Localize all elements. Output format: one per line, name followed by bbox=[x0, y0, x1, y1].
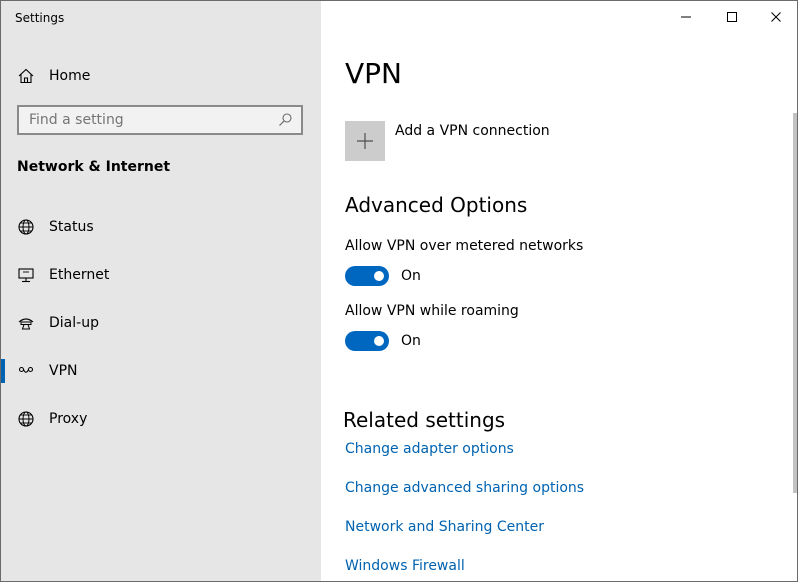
maximize-button[interactable] bbox=[709, 1, 755, 33]
sidebar-item-proxy[interactable]: Proxy bbox=[1, 399, 321, 439]
page-title: VPN bbox=[345, 57, 402, 90]
vpn-icon bbox=[18, 366, 34, 373]
roaming-option-label: Allow VPN while roaming bbox=[345, 303, 519, 319]
roaming-toggle[interactable] bbox=[345, 331, 389, 351]
home-icon bbox=[18, 68, 34, 84]
sidebar-item-label: Proxy bbox=[49, 411, 88, 427]
selection-indicator bbox=[1, 359, 5, 383]
sidebar-item-status[interactable]: Status bbox=[1, 207, 321, 247]
roaming-toggle-state: On bbox=[401, 333, 421, 349]
section-title: Network & Internet bbox=[17, 159, 171, 175]
add-vpn-label[interactable]: Add a VPN connection bbox=[395, 123, 550, 139]
search-input[interactable] bbox=[19, 111, 277, 129]
sidebar-item-label: VPN bbox=[49, 363, 78, 379]
sidebar: Settings Home Network & Internet bbox=[1, 1, 321, 581]
scrollbar[interactable] bbox=[793, 113, 797, 493]
home-label: Home bbox=[49, 68, 91, 84]
toggle-knob bbox=[374, 336, 384, 346]
close-icon bbox=[771, 12, 781, 22]
ethernet-icon bbox=[18, 268, 34, 283]
change-adapter-options-link[interactable]: Change adapter options bbox=[345, 441, 514, 457]
metered-option-label: Allow VPN over metered networks bbox=[345, 238, 584, 254]
sidebar-item-label: Ethernet bbox=[49, 267, 110, 283]
windows-firewall-link[interactable]: Windows Firewall bbox=[345, 558, 465, 574]
globe-icon bbox=[18, 219, 34, 235]
change-sharing-options-link[interactable]: Change advanced sharing options bbox=[345, 480, 584, 496]
dialup-icon bbox=[18, 318, 34, 330]
minimize-button[interactable] bbox=[663, 1, 709, 33]
sidebar-item-dialup[interactable]: Dial-up bbox=[1, 303, 321, 343]
sidebar-item-ethernet[interactable]: Ethernet bbox=[1, 255, 321, 295]
maximize-icon bbox=[727, 12, 737, 22]
add-vpn-button[interactable] bbox=[345, 121, 385, 161]
metered-toggle-state: On bbox=[401, 268, 421, 284]
metered-toggle[interactable] bbox=[345, 266, 389, 286]
advanced-options-heading: Advanced Options bbox=[345, 193, 528, 217]
settings-window: Settings Home Network & Internet bbox=[0, 0, 798, 582]
home-nav-item[interactable]: Home bbox=[17, 65, 90, 87]
plus-icon bbox=[357, 133, 373, 149]
sidebar-item-vpn[interactable]: VPN bbox=[1, 351, 321, 391]
related-settings-heading: Related settings bbox=[343, 408, 506, 432]
network-sharing-center-link[interactable]: Network and Sharing Center bbox=[345, 519, 544, 535]
sidebar-item-label: Status bbox=[49, 219, 94, 235]
search-icon[interactable] bbox=[277, 112, 293, 128]
close-button[interactable] bbox=[753, 1, 798, 33]
search-box[interactable] bbox=[17, 105, 303, 135]
main-content: VPN Add a VPN connection Advanced Option… bbox=[321, 1, 797, 581]
globe-icon bbox=[18, 411, 34, 427]
toggle-knob bbox=[374, 271, 384, 281]
minimize-icon bbox=[681, 16, 691, 18]
window-title: Settings bbox=[15, 11, 65, 25]
sidebar-item-label: Dial-up bbox=[49, 315, 99, 331]
